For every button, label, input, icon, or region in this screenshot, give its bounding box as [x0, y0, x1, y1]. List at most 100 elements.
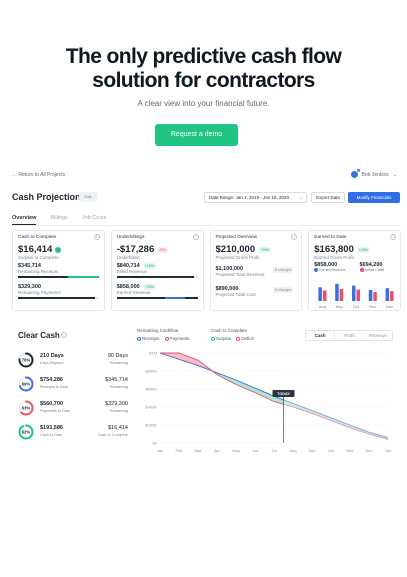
x-tick-label: Dec — [365, 448, 372, 453]
return-to-projects-link[interactable]: ← Return to All Projects — [12, 172, 65, 178]
earned-label: Earned Revenue — [116, 290, 151, 295]
changes-badge[interactable]: 9 changes — [273, 287, 294, 293]
cost-bar — [339, 288, 344, 301]
card-projected-overview[interactable]: Projected Overview i $210,000 +19% Projec… — [209, 230, 303, 311]
clear-cash-title: Clear Cash — [18, 331, 60, 340]
progress-percent: 76% — [22, 358, 31, 363]
tab-bar: Overview Billings Job Costs — [12, 215, 106, 225]
toggle-cash[interactable]: Cash — [306, 331, 336, 340]
metric-remaining-value: $329,300 — [105, 401, 128, 407]
forecast-overlay — [283, 347, 392, 445]
app-screenshot: ← Return to All Projects 2 Bob Jenkins ⌄… — [8, 163, 403, 503]
hero-title-line1: The only predictive cash flow — [65, 45, 342, 68]
receipts-label: Remaining Receipts — [18, 269, 59, 274]
card-underbillings[interactable]: Underbillings i -$17,286 -5% Underbilled … — [110, 230, 204, 311]
changes-badge[interactable]: 6 changes — [273, 267, 294, 273]
cash-to-complete-label: Cash to Complete — [211, 328, 248, 333]
metric-value: $754,286 — [40, 377, 63, 383]
progress-ring: 69% — [18, 376, 34, 392]
x-tick-label: Oct — [328, 448, 335, 453]
legend-payments: Payments — [169, 336, 190, 341]
tab-job-costs[interactable]: Job Costs — [82, 215, 106, 225]
tab-overview[interactable]: Overview — [12, 215, 37, 225]
metric-remaining-value: 90 Days — [107, 353, 128, 359]
earned-bar — [116, 297, 198, 299]
progress-percent: 63% — [22, 406, 31, 411]
y-tick-label: $600K — [145, 387, 157, 392]
metric-value: $193,586 — [40, 425, 63, 431]
hero-subtitle: A clear view into your financial future. — [137, 99, 270, 108]
check-icon — [55, 246, 62, 253]
chart-mode-toggle: Cash Profit Revenue — [305, 330, 393, 341]
x-tick-label: Jan — [385, 448, 391, 453]
info-icon[interactable]: i — [291, 234, 298, 240]
receipts-bar — [18, 276, 99, 278]
date-range-value: Date Range: Jan 1, 2019 - Jan 15, 2020 — [209, 195, 290, 200]
progress-ring: 63% — [18, 400, 34, 416]
remaining-cashflow-chart: $1M $800K $600K $400K $200K $0 Jan Feb Mar Apr May… — [145, 347, 392, 453]
metric-label: Cash to Date — [40, 433, 63, 437]
clear-cash-metric-row: 63% $560,700 Payments to Date $329,300 Remai… — [18, 400, 128, 419]
info-icon[interactable]: i — [390, 234, 396, 240]
card-caption: Underbilled — [116, 255, 140, 260]
y-tick-label: $200K — [145, 423, 157, 428]
change-badge: +23% — [356, 246, 370, 253]
x-tick-label: Jun — [252, 448, 258, 453]
earned-bar — [335, 283, 339, 301]
month-label: Dec — [386, 304, 393, 309]
card-title: Cash to Complete — [18, 235, 57, 240]
legend-dot — [314, 268, 319, 273]
earned-bar — [369, 290, 373, 301]
summary-cards: Cash to Complete i $16,414 Surplus to Co… — [12, 230, 401, 311]
billed-label: Billed Revenue — [116, 269, 148, 274]
request-demo-button[interactable]: Request a demo — [155, 124, 238, 146]
y-tick-label: $1M — [149, 351, 157, 356]
card-cash-to-complete[interactable]: Cash to Complete i $16,414 Surplus to Co… — [12, 230, 105, 311]
user-menu[interactable]: 2 Bob Jenkins ⌄ — [350, 168, 397, 178]
remaining-cashflow-legend: Receipts Payments — [137, 336, 190, 341]
hero-section: The only predictive cash flow solution f… — [0, 0, 407, 165]
cost-bar — [390, 291, 394, 301]
x-tick-label: May — [232, 448, 240, 453]
clear-cash-metric-row: 69% $754,286 Receipts to Date $345,714 Remai… — [18, 376, 128, 395]
month-label: Oct — [353, 304, 360, 309]
card-value: $210,000 — [215, 244, 256, 255]
legend-dot — [359, 268, 364, 273]
card-title: Underbillings — [116, 235, 145, 240]
metric-label: Payments to Date — [40, 409, 71, 413]
chevron-down-icon: ⌄ — [299, 195, 303, 200]
metric-label: Days Elapsed — [40, 361, 64, 365]
modify-financials-button[interactable]: Modify Financials — [348, 192, 400, 203]
notification-badge: 2 — [355, 168, 361, 173]
toggle-profit[interactable]: Profit — [335, 331, 363, 340]
x-tick-label: Aug — [289, 448, 296, 453]
billed-bar — [116, 276, 198, 278]
tab-billings[interactable]: Billings — [50, 215, 67, 225]
page-title: Cash Projections — [12, 192, 86, 202]
card-value: $16,414 — [18, 244, 53, 255]
export-data-button[interactable]: Export Data — [311, 192, 345, 203]
card-title: Earned to Date — [314, 235, 347, 240]
divider — [12, 225, 399, 226]
info-icon[interactable] — [61, 332, 67, 338]
progress-ring: 92% — [18, 424, 34, 440]
payments-bar — [18, 297, 99, 299]
legend-deficit: Deficit — [241, 336, 254, 341]
info-icon[interactable]: i — [93, 234, 100, 240]
x-tick-label: Jul — [271, 448, 276, 453]
info-icon[interactable]: i — [192, 234, 199, 240]
earned-revenue-label: Earned Revenue — [319, 268, 346, 272]
card-earned-to-date[interactable]: Earned to Date i $163,800 +23% Earned Gro… — [308, 230, 401, 311]
metric-remaining-value: $345,714 — [105, 377, 128, 383]
edit-button[interactable]: Edit — [79, 192, 97, 202]
cost-bar — [356, 289, 361, 301]
x-tick-label: Mar — [195, 448, 203, 453]
date-range-select[interactable]: Date Range: Jan 1, 2019 - Jan 15, 2020 ⌄ — [204, 192, 307, 203]
clear-cash-metric-row: 92% $193,586 Cash to Date $16,414 Cash to Co… — [18, 424, 128, 443]
receipts-legend-icon — [137, 336, 141, 341]
toggle-revenue[interactable]: Revenue — [364, 331, 392, 340]
month-label: Aug — [319, 304, 326, 309]
payments-label: Remaining Payments — [18, 290, 61, 295]
earned-bar — [385, 288, 390, 301]
x-tick-label: Sep — [308, 448, 316, 453]
